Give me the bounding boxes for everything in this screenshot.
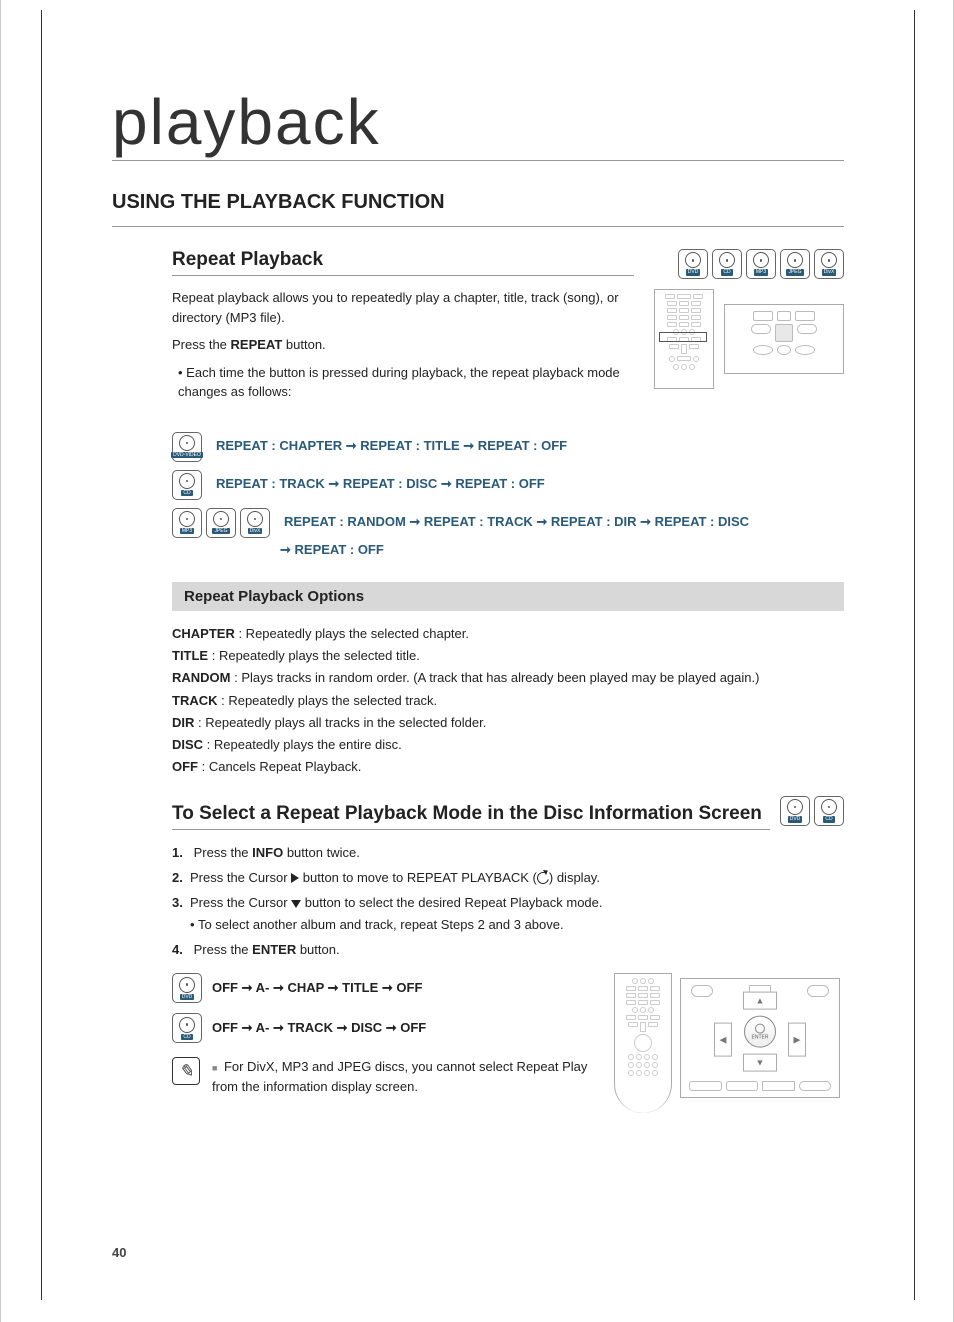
step-3-sub: To select another album and track, repea…: [172, 914, 844, 936]
sequence-cd: OFF ➞ A- ➞ TRACK ➞ DISC ➞ OFF: [212, 1020, 426, 1036]
note-text: For DivX, MP3 and JPEG discs, you cannot…: [212, 1057, 604, 1096]
press-repeat-text: Press the REPEAT button.: [172, 335, 634, 355]
option-def: RANDOM : Plays tracks in random order. (…: [172, 667, 844, 689]
cursor-right-icon: [291, 873, 299, 883]
disc-badge-cd: CD: [712, 249, 742, 279]
step-3: 3.Press the Cursor button to select the …: [172, 892, 844, 936]
option-def: DIR : Repeatedly plays all tracks in the…: [172, 712, 844, 734]
disc-badge-mp3-mode: MP3: [172, 508, 202, 538]
option-def: CHAPTER : Repeatedly plays the selected …: [172, 623, 844, 645]
remote-diagram-enter: ▲ ▼ ◀ ▶ ENTER: [614, 973, 844, 1113]
disc-badge-dvd-video: DVD-VIDEO: [172, 432, 202, 462]
heading-repeat-options: Repeat Playback Options: [172, 582, 844, 611]
section-title: playback: [112, 90, 844, 161]
disc-badge-mp3: MP3: [746, 249, 776, 279]
dpad-up-icon: ▲: [743, 992, 777, 1010]
repeat-intro-text: Repeat playback allows you to repeatedly…: [172, 288, 634, 327]
page-number: 40: [112, 1245, 126, 1260]
dpad-right-icon: ▶: [788, 1023, 806, 1057]
disc-badge-cd-select: CD: [814, 796, 844, 826]
mode-sequence-mp3: REPEAT : RANDOM ➞ REPEAT : TRACK ➞ REPEA…: [284, 512, 749, 533]
dpad-left-icon: ◀: [714, 1023, 732, 1057]
disc-badge-jpeg: JPEG: [780, 249, 810, 279]
step-2: 2.Press the Cursor button to move to REP…: [172, 867, 844, 889]
dpad-enter-icon: ENTER: [744, 1016, 776, 1048]
option-def: TRACK : Repeatedly plays the selected tr…: [172, 690, 844, 712]
cursor-down-icon: [291, 900, 301, 908]
option-def: TITLE : Repeatedly plays the selected ti…: [172, 645, 844, 667]
sequence-dvd: OFF ➞ A- ➞ CHAP ➞ TITLE ➞ OFF: [212, 980, 422, 996]
disc-badge-cd-mode: CD: [172, 470, 202, 500]
disc-badge-divx-mode: DivX: [240, 508, 270, 538]
option-def: OFF : Cancels Repeat Playback.: [172, 756, 844, 778]
disc-badge-jpeg-mode: JPEG: [206, 508, 236, 538]
disc-badge-dvd-select: DVD: [780, 796, 810, 826]
repeat-bullet: Each time the button is pressed during p…: [172, 363, 634, 402]
disc-badge-cd-seq: CD: [172, 1013, 202, 1043]
disc-badge-dvd-seq: DVD: [172, 973, 202, 1003]
remote-diagram-repeat: [654, 289, 844, 389]
heading-using-playback: USING THE PLAYBACK FUNCTION: [112, 191, 445, 218]
note-icon: ✎: [172, 1057, 200, 1085]
mode-sequence-cd: REPEAT : TRACK ➞ REPEAT : DISC ➞ REPEAT …: [216, 474, 545, 495]
disc-badge-dvd: DVD: [678, 249, 708, 279]
mode-sequence-mp3-cont: ➞ REPEAT : OFF: [112, 540, 844, 561]
option-def: DISC : Repeatedly plays the entire disc.: [172, 734, 844, 756]
disc-badge-divx: DivX: [814, 249, 844, 279]
dpad-down-icon: ▼: [743, 1054, 777, 1072]
mode-sequence-dvd: REPEAT : CHAPTER ➞ REPEAT : TITLE ➞ REPE…: [216, 436, 567, 457]
step-1: 1. Press the INFO button twice.: [172, 842, 844, 864]
heading-select-repeat-mode: To Select a Repeat Playback Mode in the …: [172, 803, 770, 830]
heading-repeat-playback: Repeat Playback: [172, 249, 634, 276]
step-4: 4. Press the ENTER button.: [172, 939, 844, 961]
